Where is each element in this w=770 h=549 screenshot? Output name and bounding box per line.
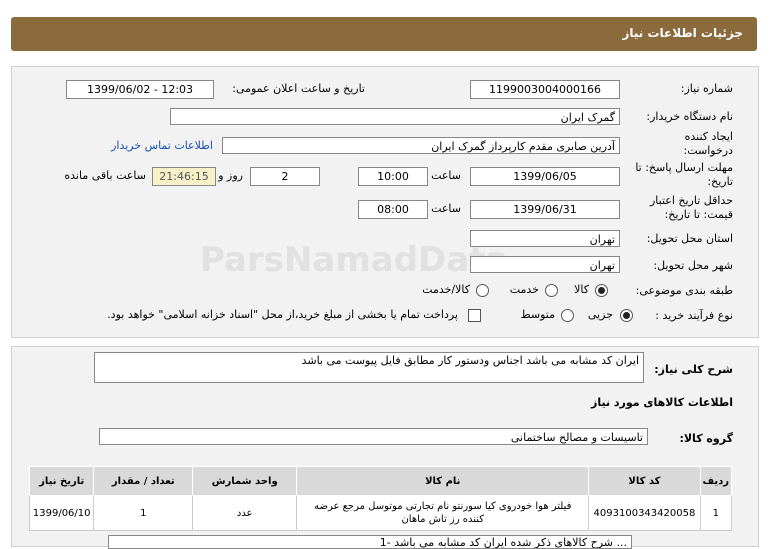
purchase-type-label: نوع فرآیند خرید : [655,309,733,322]
city-label: شهر محل تحویل: [653,259,733,272]
cell-quantity: 1 [93,495,194,531]
col-row: ردیف [699,466,733,496]
cell-row: 1 [699,495,733,531]
cell-date: 1399/06/10 [28,495,95,531]
goods-table-header-row: تاریخ نیاز تعداد / مقدار واحد شمارش نام … [28,466,733,496]
purchase-minor-label: جزیی [587,308,613,321]
purchase-medium-label: متوسط [520,308,555,321]
remaining-time-field: 21:46:15 [152,167,216,186]
notes-field: 1- شرح کالاهای ذکر شده ایران کد مشابه می… [108,535,632,549]
announce-label: تاریخ و ساعت اعلان عمومی: [232,82,365,95]
category-service-radio[interactable] [545,284,558,297]
buyer-label: نام دستگاه خریدار: [646,110,733,123]
col-date: تاریخ نیاز [28,466,95,496]
category-goods-radio[interactable] [595,284,608,297]
validity-time-field: 08:00 [358,200,428,219]
need-number-label: شماره نیاز: [680,82,733,95]
goods-group-field: تاسیسات و مصالح ساختمانی [99,428,648,445]
cell-code: 4093100343420058 [588,495,701,531]
deadline-date-field: 1399/06/05 [470,167,620,186]
announce-field: 1399/06/02 - 12:03 [66,80,214,99]
creator-label: ایجاد کننده درخواست: [683,130,733,157]
treasury-payment-checkbox[interactable] [468,309,481,322]
cell-name: فیلتر هوا خودروی کیا سورنتو نام تجارتی م… [296,495,590,531]
province-label: استان محل تحویل: [646,232,733,245]
treasury-payment-note: پرداخت تمام یا بخشی از مبلغ خرید،از محل … [107,308,458,321]
province-field: تهران [470,230,620,247]
deadline-time-label: ساعت [431,169,461,182]
summary-label: شرح کلی نیاز: [654,363,733,376]
creator-field: آدرین صابری مقدم کارپرداز گمرک ایران [222,137,620,154]
validity-time-label: ساعت [431,202,461,215]
days-label: روز و [218,169,243,182]
summary-text: ایران کد مشابه می باشد اجناس ودستور کار … [301,354,639,367]
validity-label: حداقل تاریخ اعتبار قیمت: تا تاریخ: [649,194,733,221]
col-name: نام کالا [296,466,590,496]
goods-info-title: اطلاعات کالاهای مورد نیاز [591,396,733,409]
table-row[interactable]: 1399/06/10 1 عدد فیلتر هوا خودروی کیا سو… [28,495,733,531]
need-number-field: 1199003004000166 [470,80,620,99]
remaining-label: ساعت باقی مانده [64,169,146,182]
category-goods-label: کالا [574,283,589,296]
summary-field: ایران کد مشابه می باشد اجناس ودستور کار … [94,352,644,383]
notes-text: 1- شرح کالاهای ذکر شده ایران کد مشابه می… [379,536,627,549]
days-remaining-field: 2 [250,167,320,186]
col-code: کد کالا [588,466,701,496]
goods-table: تاریخ نیاز تعداد / مقدار واحد شمارش نام … [28,466,733,531]
category-label: طبقه بندی موضوعی: [635,284,733,297]
deadline-label: مهلت ارسال پاسخ: تا تاریخ: [635,161,733,188]
buyer-contact-link[interactable]: اطلاعات تماس خریدار [111,139,213,152]
goods-group-label: گروه کالا: [679,432,733,445]
cell-unit: عدد [192,495,298,531]
watermark: ParsNamadData [200,240,509,280]
col-quantity: تعداد / مقدار [93,466,194,496]
buyer-field: گمرک ایران [170,108,620,125]
page-title: جزئیات اطلاعات نیاز [622,26,743,40]
category-goods-service-label: کالا/خدمت [422,283,470,296]
purchase-minor-radio[interactable] [620,309,633,322]
category-goods-service-radio[interactable] [476,284,489,297]
col-unit: واحد شمارش [192,466,298,496]
validity-date-field: 1399/06/31 [470,200,620,219]
deadline-time-field: 10:00 [358,167,428,186]
page-title-bar: جزئیات اطلاعات نیاز [11,17,757,51]
category-service-label: خدمت [509,283,539,296]
purchase-medium-radio[interactable] [561,309,574,322]
city-field: تهران [470,256,620,273]
